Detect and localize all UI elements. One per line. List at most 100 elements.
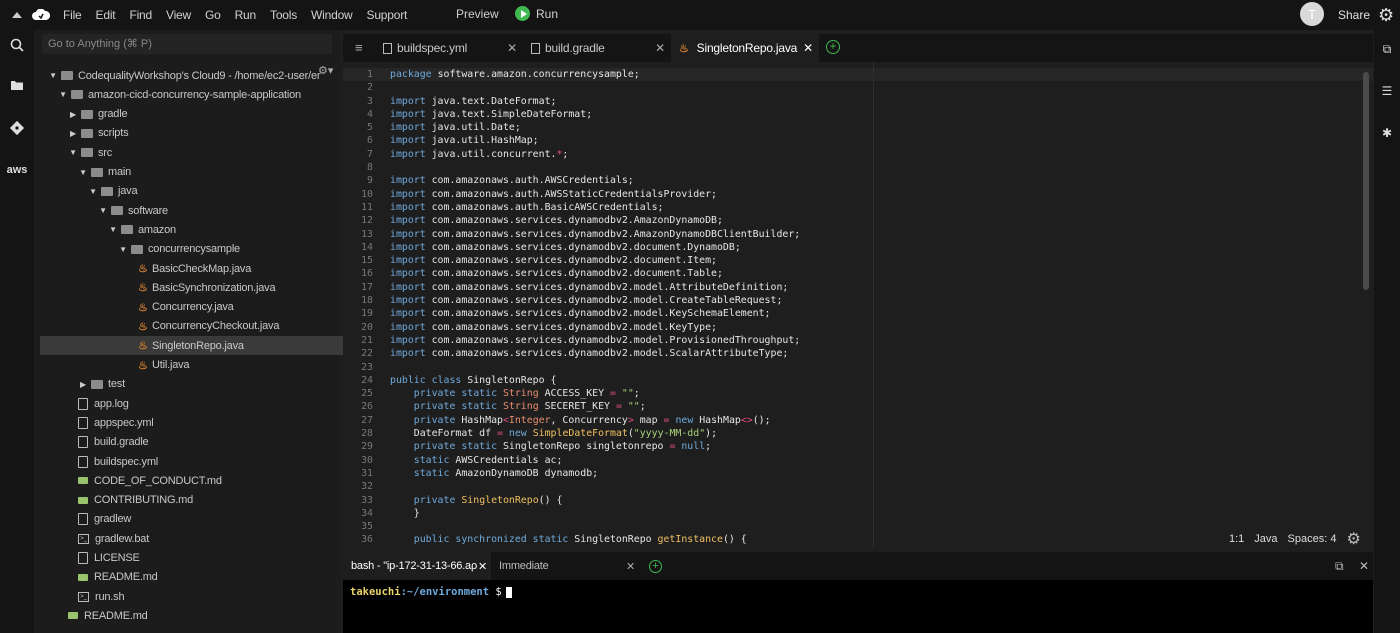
chevron-right-icon[interactable]: ▶ <box>68 129 78 138</box>
cursor-position[interactable]: 1:1 <box>1229 533 1244 545</box>
close-icon[interactable]: ✕ <box>655 41 665 55</box>
tree-item[interactable]: build.gradle <box>40 433 368 452</box>
tree-item[interactable]: ▶ scripts <box>40 124 358 143</box>
code-line[interactable]: import com.amazonaws.services.dynamodbv2… <box>390 228 800 241</box>
search-icon[interactable] <box>0 38 34 55</box>
code-line[interactable]: private HashMap<Integer, Concurrency> ma… <box>390 414 800 427</box>
avatar[interactable]: T <box>1300 2 1324 26</box>
code-line[interactable]: import com.amazonaws.services.dynamodbv2… <box>390 241 800 254</box>
tree-item[interactable]: appspec.yml <box>40 413 368 432</box>
tree-item[interactable]: >_ gradlew.bat <box>40 529 368 548</box>
tree-item[interactable]: ▼ java <box>40 182 378 201</box>
code-line[interactable]: import com.amazonaws.auth.AWSStaticCrede… <box>390 188 800 201</box>
outline-icon[interactable]: ☰ <box>1374 84 1400 98</box>
code-line[interactable] <box>390 480 800 493</box>
code-line[interactable]: import java.util.concurrent.*; <box>390 148 800 161</box>
code-line[interactable]: import com.amazonaws.services.dynamodbv2… <box>390 214 800 227</box>
tab-immediate[interactable]: Immediate ✕ <box>491 552 639 580</box>
source-control-icon[interactable] <box>0 120 34 139</box>
aws-icon[interactable]: aws <box>0 164 34 176</box>
tree-item[interactable]: LICENSE <box>40 549 368 568</box>
code-line[interactable]: public synchronized static SingletonRepo… <box>390 533 800 546</box>
code-line[interactable]: import com.amazonaws.services.dynamodbv2… <box>390 321 800 334</box>
close-icon[interactable]: ✕ <box>626 560 635 573</box>
tree-item[interactable]: ▼ CodequalityWorkshop's Cloud9 - /home/ec… <box>40 66 338 85</box>
chevron-right-icon[interactable]: ▶ <box>78 380 88 389</box>
editor-scrollbar[interactable] <box>1363 72 1369 290</box>
add-terminal-icon[interactable]: + <box>649 560 662 573</box>
language-mode[interactable]: Java <box>1254 533 1277 545</box>
menu-edit[interactable]: Edit <box>89 8 123 22</box>
code-line[interactable]: import com.amazonaws.services.dynamodbv2… <box>390 347 800 360</box>
close-icon[interactable]: ✕ <box>803 41 813 55</box>
code-line[interactable]: private SingletonRepo() { <box>390 494 800 507</box>
tree-item[interactable]: gradlew <box>40 510 368 529</box>
tree-item[interactable]: ▼ src <box>40 143 358 162</box>
code-line[interactable]: import com.amazonaws.auth.AWSCredentials… <box>390 174 800 187</box>
tree-item[interactable]: buildspec.yml <box>40 452 368 471</box>
tab-bash[interactable]: bash - "ip-172-31-13-66.aρ ✕ <box>343 552 491 580</box>
code-line[interactable]: package software.amazon.concurrencysampl… <box>390 68 800 81</box>
code-line[interactable] <box>390 161 800 174</box>
tree-item[interactable]: ▶ gradle <box>40 105 358 124</box>
code-line[interactable]: import com.amazonaws.services.dynamodbv2… <box>390 334 800 347</box>
tree-item[interactable]: ▼ amazon-cicd-concurrency-sample-applicat… <box>40 85 348 104</box>
code-line[interactable] <box>390 520 800 533</box>
tab-menu-icon[interactable]: ≡ <box>355 40 363 55</box>
settings-gear-icon[interactable]: ⚙ <box>1378 5 1394 26</box>
close-icon[interactable]: ✕ <box>507 41 517 55</box>
code-line[interactable]: import com.amazonaws.services.dynamodbv2… <box>390 307 800 320</box>
tree-item[interactable]: ▶ test <box>40 375 368 394</box>
collaborate-icon[interactable]: ⧉ <box>1374 42 1400 57</box>
code-line[interactable]: private static String SECERET_KEY = ""; <box>390 400 800 413</box>
code-line[interactable]: import java.text.DateFormat; <box>390 95 800 108</box>
code-line[interactable] <box>390 81 800 94</box>
close-icon[interactable]: ✕ <box>478 560 487 573</box>
menu-tools[interactable]: Tools <box>263 8 304 22</box>
code-line[interactable]: private static String ACCESS_KEY = ""; <box>390 387 800 400</box>
chevron-down-icon[interactable]: ▼ <box>98 206 108 215</box>
preview-button[interactable]: Preview <box>456 7 499 21</box>
code-line[interactable]: static AmazonDynamoDB dynamodb; <box>390 467 800 480</box>
code-line[interactable]: static AWSCredentials ac; <box>390 454 800 467</box>
environment-folder-icon[interactable] <box>0 78 34 94</box>
menu-file[interactable]: File <box>56 8 89 22</box>
collapse-menu-icon[interactable] <box>12 12 22 18</box>
tab-singletonrepo[interactable]: ♨ SingletonRepo.java ✕ <box>671 34 819 62</box>
tree-item[interactable]: ▼ main <box>40 163 368 182</box>
add-tab-icon[interactable]: + <box>826 40 840 54</box>
menu-support[interactable]: Support <box>360 8 415 22</box>
code-line[interactable]: private static SingletonRepo singletonre… <box>390 440 800 453</box>
chevron-down-icon[interactable]: ▼ <box>88 187 98 196</box>
maximize-panel-icon[interactable]: ⧉ <box>1335 559 1344 574</box>
code-line[interactable]: public class SingletonRepo { <box>390 374 800 387</box>
code-line[interactable]: import com.amazonaws.services.dynamodbv2… <box>390 294 800 307</box>
tab-build-gradle[interactable]: build.gradle ✕ <box>523 34 671 62</box>
chevron-down-icon[interactable]: ▼ <box>78 168 88 177</box>
code-line[interactable] <box>390 361 800 374</box>
code-line[interactable]: import com.amazonaws.services.dynamodbv2… <box>390 254 800 267</box>
menu-go[interactable]: Go <box>198 8 228 22</box>
tree-item[interactable]: app.log <box>40 394 368 413</box>
code-line[interactable]: import com.amazonaws.auth.BasicAWSCreden… <box>390 201 800 214</box>
menu-find[interactable]: Find <box>122 8 159 22</box>
chevron-down-icon[interactable]: ▼ <box>118 245 128 254</box>
chevron-down-icon[interactable]: ▼ <box>48 71 58 80</box>
menu-window[interactable]: Window <box>304 8 359 22</box>
tree-item[interactable]: README.md <box>40 568 368 587</box>
chevron-down-icon[interactable]: ▼ <box>68 148 78 157</box>
debugger-icon[interactable]: ✱ <box>1374 126 1400 140</box>
code-editor[interactable]: 1 2 3 4 5 6 7 8 9 10 11 12 13 14 15 16 17 18 19 20 21 22 23 24 2… <box>343 62 1373 548</box>
indent-setting[interactable]: Spaces: 4 <box>1288 533 1337 545</box>
code-line[interactable]: import java.text.SimpleDateFormat; <box>390 108 800 121</box>
tree-item[interactable]: CONTRIBUTING.md <box>40 491 368 510</box>
close-panel-icon[interactable]: ✕ <box>1359 559 1369 573</box>
code-line[interactable]: import java.util.HashMap; <box>390 134 800 147</box>
editor-settings-gear-icon[interactable]: ⚙ <box>1346 529 1360 549</box>
share-button[interactable]: Share <box>1338 8 1370 22</box>
code-content[interactable]: package software.amazon.concurrencysampl… <box>390 68 800 547</box>
chevron-down-icon[interactable]: ▼ <box>58 90 68 99</box>
tree-item[interactable]: README.md <box>40 606 358 625</box>
tree-item[interactable]: ▼ software <box>40 201 388 220</box>
tree-item[interactable]: >_ run.sh <box>40 587 368 606</box>
